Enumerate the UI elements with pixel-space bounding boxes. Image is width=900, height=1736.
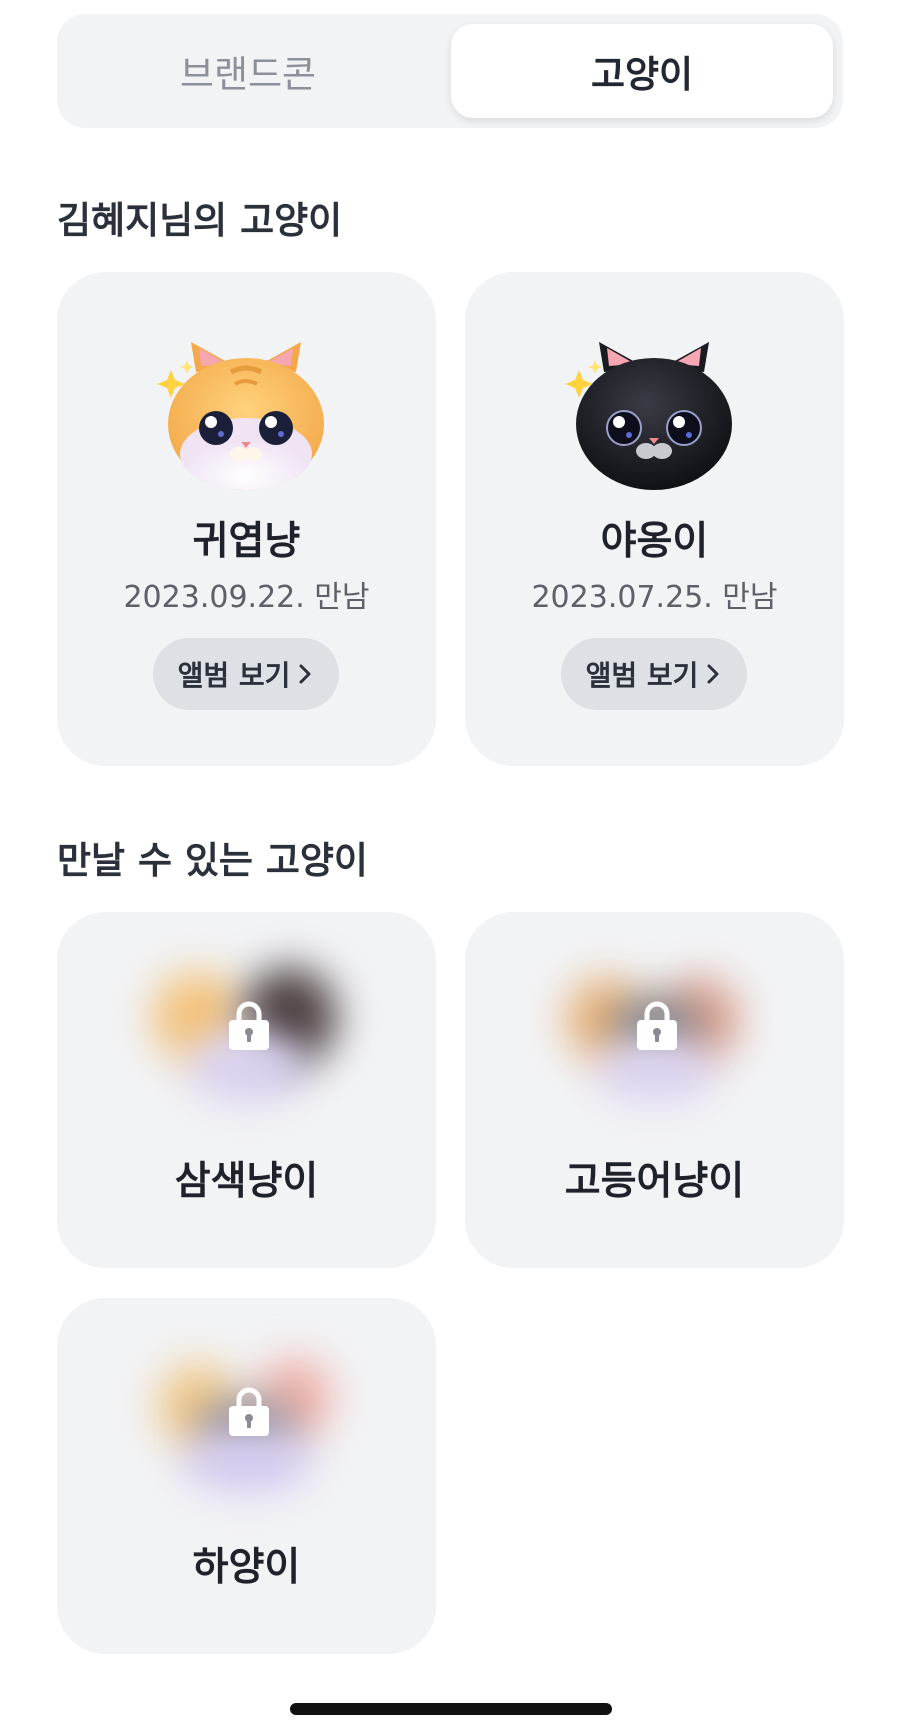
album-view-label: 앨범 보기: [585, 659, 699, 692]
cat-name: 고등어냥이: [564, 1159, 745, 1204]
my-cat-card[interactable]: 야옹이 2023.07.25. 만남 앨범 보기: [465, 272, 844, 766]
album-view-button[interactable]: 앨범 보기: [561, 638, 747, 710]
blurred-cat-preview: [147, 1348, 347, 1498]
cat-name: 하양이: [192, 1545, 301, 1590]
my-cats-title: 김혜지님의 고양이: [57, 199, 343, 242]
blurred-cat-preview: [555, 962, 755, 1112]
tab-cat[interactable]: 고양이: [451, 24, 833, 118]
chevron-right-icon: [707, 664, 719, 684]
album-view-button[interactable]: 앨범 보기: [153, 638, 339, 710]
lock-icon: [229, 1001, 269, 1050]
locked-cat-card[interactable]: 고등어냥이: [465, 912, 844, 1268]
lock-icon: [229, 1387, 269, 1436]
tab-brandcon[interactable]: 브랜드콘: [57, 24, 439, 118]
chevron-right-icon: [299, 664, 311, 684]
my-cat-card[interactable]: 귀엽냥 2023.09.22. 만남 앨범 보기: [57, 272, 436, 766]
cat-name: 귀엽냥: [192, 519, 301, 564]
available-cats-title: 만날 수 있는 고양이: [57, 839, 368, 882]
black-cat-avatar-icon: [565, 342, 732, 490]
lock-icon: [637, 1001, 677, 1050]
cat-name: 삼색냥이: [174, 1159, 319, 1204]
cat-met-date: 2023.07.25. 만남: [531, 580, 778, 615]
segmented-control: 브랜드콘 고양이: [57, 14, 843, 128]
locked-cat-card[interactable]: 하양이: [57, 1298, 436, 1654]
orange-cat-avatar-icon: [157, 342, 324, 490]
album-view-label: 앨범 보기: [177, 659, 291, 692]
home-indicator: [290, 1703, 612, 1715]
locked-cat-card[interactable]: 삼색냥이: [57, 912, 436, 1268]
blurred-cat-preview: [147, 962, 347, 1112]
cat-name: 야옹이: [600, 519, 709, 564]
cat-met-date: 2023.09.22. 만남: [123, 580, 370, 615]
